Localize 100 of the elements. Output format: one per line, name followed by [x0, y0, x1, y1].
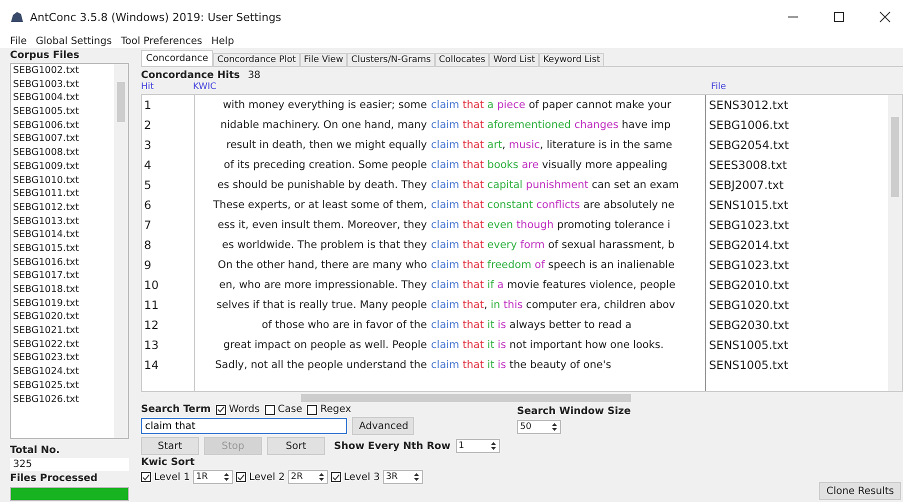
left-context: selves if that is really true. Many people: [215, 298, 428, 313]
kwic-text: claim that, in this computer era, children abov: [431, 298, 676, 313]
file-item[interactable]: SEBG1016.txt: [13, 256, 114, 270]
kwic-text: claim that freedom of speech is an inalienable: [431, 258, 675, 273]
hit-number: 1: [144, 97, 152, 114]
file-item[interactable]: SEBG1002.txt: [13, 64, 114, 78]
window-title: AntConc 3.5.8 (Windows) 2019: User Settings: [30, 10, 282, 24]
left-context: of its preceding creation. Some people: [222, 158, 428, 173]
search-field[interactable]: claim that: [141, 418, 347, 434]
clone-results-button[interactable]: Clone Results: [819, 482, 901, 500]
file-name: SEBG1023.txt: [709, 217, 790, 234]
checkbox-label: Case: [278, 404, 302, 415]
checkbox[interactable]: [264, 404, 275, 414]
scrollbar[interactable]: [888, 95, 902, 391]
kwic-text: claim that a piece of paper cannot make your: [431, 98, 672, 113]
file-item[interactable]: SEBG1025.txt: [13, 378, 114, 392]
left-context: great impact on people as well. People: [222, 338, 428, 353]
file-name: SEBJ2007.txt: [709, 177, 785, 194]
checkbox[interactable]: [307, 404, 318, 414]
hit-number: 5: [144, 177, 152, 194]
file-item[interactable]: SEBG1005.txt: [13, 105, 114, 119]
file-item[interactable]: SEBG1017.txt: [13, 269, 114, 283]
spin-arrows-icon[interactable]: [551, 422, 558, 432]
file-name: SEBG2054.txt: [709, 137, 790, 154]
close-icon[interactable]: [879, 11, 891, 23]
level-spinner[interactable]: 3R: [382, 470, 423, 484]
spin-arrows-icon[interactable]: [412, 472, 420, 482]
checkbox[interactable]: [330, 472, 341, 482]
file-name: SENS1005.txt: [709, 337, 790, 354]
checkbox-label: Level 2: [248, 472, 285, 482]
file-item[interactable]: SEBG1022.txt: [13, 338, 114, 352]
file-item[interactable]: SEBG1012.txt: [13, 200, 114, 215]
file-item[interactable]: SEBG1023.txt: [13, 351, 114, 366]
checkbox[interactable]: [236, 472, 246, 482]
file-name: SEBG2014.txt: [709, 237, 790, 254]
tab[interactable]: Keyword List: [539, 53, 604, 66]
file-item[interactable]: SEBG1010.txt: [13, 174, 114, 188]
hit-number: 12: [144, 317, 160, 334]
file-item[interactable]: SEBG1019.txt: [13, 296, 114, 310]
file-item[interactable]: SEBG1011.txt: [13, 187, 114, 201]
hit-number: 3: [144, 137, 152, 154]
menu-item[interactable]: Help: [211, 36, 234, 46]
hit-number: 10: [144, 277, 160, 294]
checkbox[interactable]: [216, 404, 226, 414]
level-spinner[interactable]: 2R: [288, 470, 328, 484]
menu-item[interactable]: File: [10, 36, 27, 46]
checkbox-label: Words: [228, 404, 260, 415]
menu-item[interactable]: Tool Preferences: [120, 36, 202, 46]
hit-number: 8: [144, 237, 152, 254]
app-icon: [10, 11, 24, 23]
action-button[interactable]: Sort: [267, 437, 325, 455]
column-header[interactable]: File: [711, 82, 811, 94]
file-item[interactable]: SEBG1009.txt: [13, 160, 114, 174]
level-spinner[interactable]: 1R: [192, 470, 233, 484]
file-item[interactable]: SEBG1008.txt: [13, 146, 114, 160]
action-button[interactable]: Start: [141, 437, 199, 455]
file-name: SEES3008.txt: [709, 157, 788, 174]
tab[interactable]: Collocates: [434, 53, 490, 66]
advanced-button[interactable]: Advanced: [352, 417, 414, 435]
tab[interactable]: Concordance: [141, 50, 214, 66]
hit-number: 11: [144, 297, 160, 314]
nth-row-spinner[interactable]: 1: [456, 439, 500, 453]
hit-number: 4: [144, 157, 152, 174]
checkbox[interactable]: [141, 472, 151, 482]
maximize-icon[interactable]: [833, 11, 845, 23]
file-item[interactable]: SEBG1003.txt: [13, 78, 114, 92]
window-size-spinner[interactable]: 50: [517, 420, 561, 434]
column-header[interactable]: Hit: [141, 82, 193, 94]
file-item[interactable]: SEBG1024.txt: [13, 365, 114, 379]
tab[interactable]: File View: [300, 53, 348, 66]
scrollbar[interactable]: [114, 64, 128, 438]
tab[interactable]: Clusters/N-Grams: [347, 53, 435, 66]
kwic-text: claim that every form of sexual harassment, b: [431, 238, 674, 253]
file-item[interactable]: SEBG1020.txt: [13, 310, 114, 324]
file-item[interactable]: SEBG1014.txt: [13, 228, 114, 242]
file-item[interactable]: SEBG1026.txt: [13, 392, 114, 406]
file-item[interactable]: SEBG1015.txt: [13, 242, 114, 256]
left-context: On the other hand, there are many who: [216, 258, 428, 273]
file-name: SEBG1020.txt: [709, 297, 790, 314]
left-context: es worldwide. The problem is that they: [221, 238, 428, 253]
left-context: es should be punishable by death. They: [216, 178, 428, 193]
file-name: SEBG2030.txt: [709, 317, 790, 334]
menu-item[interactable]: Global Settings: [36, 36, 112, 46]
kwic-text: claim that if a movie features violence, people: [431, 278, 676, 293]
kwic-text: claim that it is always better to read a: [431, 318, 632, 333]
spin-arrows-icon[interactable]: [222, 472, 230, 482]
tab[interactable]: Concordance Plot: [213, 53, 300, 66]
tab[interactable]: Word List: [489, 53, 540, 66]
corpus-files-label: Corpus Files: [10, 50, 80, 61]
file-item[interactable]: SEBG1018.txt: [13, 283, 114, 297]
hit-number: 6: [144, 197, 152, 214]
files-processed-label: Files Processed: [10, 473, 99, 484]
spin-arrows-icon[interactable]: [490, 441, 497, 451]
file-item[interactable]: SEBG1006.txt: [13, 118, 114, 132]
file-item[interactable]: SEBG1021.txt: [13, 324, 114, 338]
column-header[interactable]: KWIC: [193, 82, 711, 94]
spin-arrows-icon[interactable]: [318, 472, 325, 482]
file-item[interactable]: SEBG1007.txt: [13, 132, 114, 146]
file-item[interactable]: SEBG1004.txt: [13, 91, 114, 106]
file-item[interactable]: SEBG1013.txt: [13, 214, 114, 228]
